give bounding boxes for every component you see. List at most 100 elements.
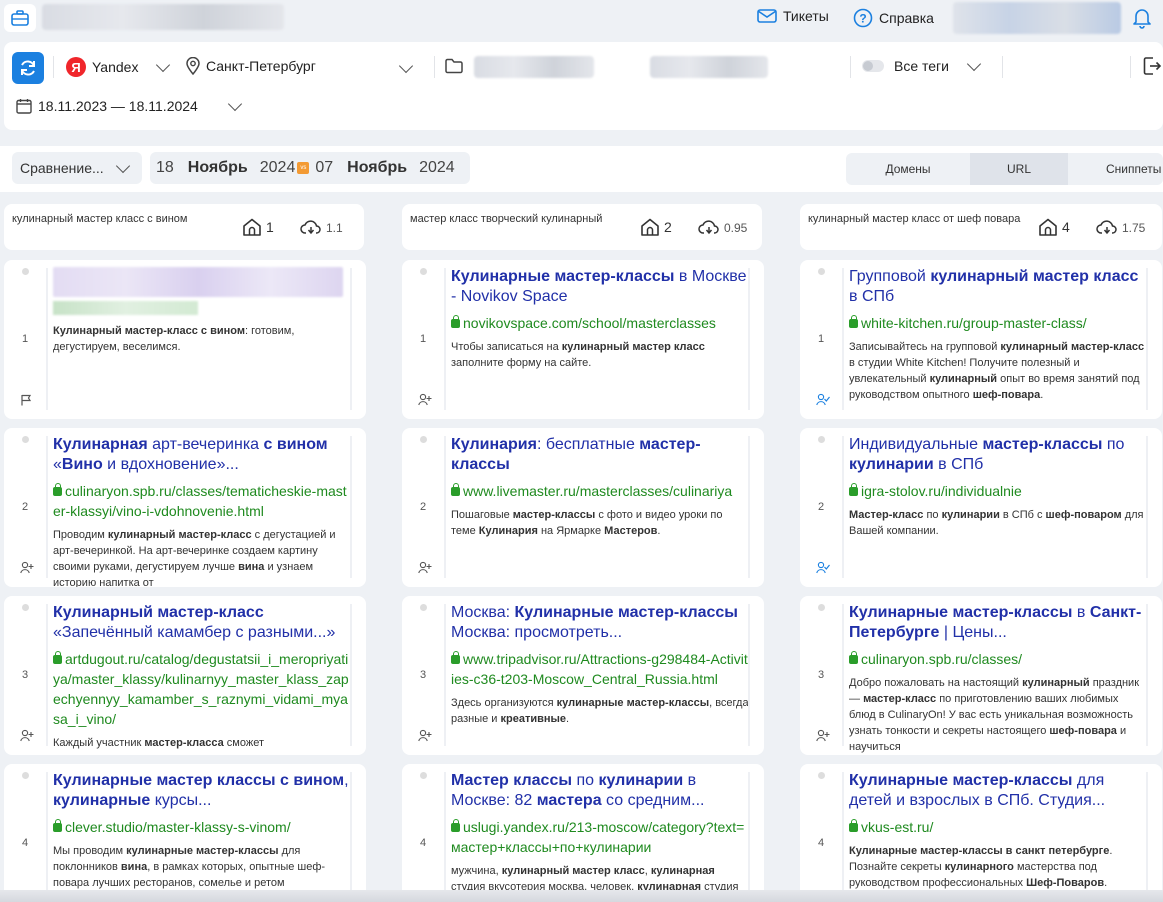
result-title-link[interactable]: Кулинарная арт-вечеринка с вином «Вино и… bbox=[53, 435, 351, 475]
tab-url[interactable]: URL bbox=[970, 153, 1068, 185]
user-check-icon[interactable] bbox=[816, 393, 830, 411]
engine-select[interactable]: Я Yandex bbox=[66, 57, 171, 77]
query-header[interactable]: мастер класс творческий кулинарный 2 0.95 bbox=[402, 204, 762, 250]
flag-icon[interactable] bbox=[20, 393, 32, 411]
region-label: Санкт-Петербург bbox=[206, 58, 316, 74]
result-card[interactable]: 4 Мастер классы по кулинарии в Москве: 82… bbox=[402, 764, 764, 902]
scroll-track[interactable] bbox=[350, 268, 352, 410]
result-title-redacted[interactable] bbox=[53, 267, 343, 297]
result-url[interactable]: culinaryon.spb.ru/classes/ bbox=[849, 649, 1147, 669]
add-user-icon[interactable] bbox=[418, 729, 432, 747]
divider bbox=[444, 268, 446, 410]
divider bbox=[842, 436, 844, 578]
add-user-icon[interactable] bbox=[20, 561, 34, 579]
result-title-link[interactable]: Кулинарные мастер-классы для детей и взр… bbox=[849, 771, 1147, 811]
result-title-link[interactable]: Кулинарные мастер классы с вином, кулина… bbox=[53, 771, 351, 811]
result-title-link[interactable]: Мастер классы по кулинарии в Москве: 82 … bbox=[451, 771, 749, 811]
add-user-icon[interactable] bbox=[418, 393, 432, 411]
refresh-button[interactable] bbox=[12, 52, 44, 84]
result-url-redacted[interactable] bbox=[53, 301, 198, 315]
result-card[interactable]: 1 Кулинарные мастер-классы в Москве - Nov… bbox=[402, 260, 764, 419]
yandex-logo-icon: Я bbox=[66, 57, 86, 77]
scroll-track[interactable] bbox=[350, 604, 352, 746]
result-url-text: vkus-est.ru/ bbox=[861, 819, 934, 835]
result-url[interactable]: novikovspace.com/school/masterclasses bbox=[451, 313, 749, 333]
result-title-link[interactable]: Кулинарные мастер-классы в Москве - Novi… bbox=[451, 267, 749, 307]
result-card[interactable]: 2 Индивидуальные мастер-классы по кулинар… bbox=[800, 428, 1162, 587]
result-title-link[interactable]: Москва: Кулинарные мастер-классы Москва:… bbox=[451, 603, 749, 643]
result-title-link[interactable]: Кулинария: бесплатные мастер-классы bbox=[451, 435, 749, 475]
result-url[interactable]: igra-stolov.ru/individualnie bbox=[849, 481, 1147, 501]
folder-icon[interactable] bbox=[445, 58, 463, 74]
result-snippet: Записывайтесь на групповой кулинарный ма… bbox=[849, 341, 1145, 401]
query-count-value: 2 bbox=[664, 219, 672, 235]
query-frequency: 1.75 bbox=[1096, 220, 1145, 236]
scroll-track[interactable] bbox=[748, 268, 750, 410]
scroll-track[interactable] bbox=[1146, 604, 1148, 746]
result-card[interactable]: 1 Кулинарный мастер-класс с вином: готови… bbox=[4, 260, 366, 419]
status-dot bbox=[420, 604, 427, 611]
result-card[interactable]: 2 Кулинарная арт-вечеринка с вином «Вино … bbox=[4, 428, 366, 587]
tickets-button[interactable]: Тикеты bbox=[757, 8, 829, 24]
lock-icon bbox=[849, 315, 858, 328]
result-title-link[interactable]: Кулинарный мастер-класс «Запечённый кама… bbox=[53, 603, 351, 643]
add-user-icon[interactable] bbox=[418, 561, 432, 579]
add-user-icon[interactable] bbox=[816, 729, 830, 747]
project-name-redacted[interactable] bbox=[42, 4, 284, 30]
tab-domains[interactable]: Домены bbox=[846, 153, 970, 185]
result-card[interactable]: 4 Кулинарные мастер классы с вином, кулин… bbox=[4, 764, 366, 902]
tab-snippets[interactable]: Сниппеты bbox=[1068, 153, 1163, 185]
region-chevron-down-icon[interactable] bbox=[398, 58, 414, 74]
top-bar: Тикеты ? Справка bbox=[0, 0, 1163, 36]
export-icon[interactable] bbox=[1142, 56, 1162, 76]
query-header[interactable]: кулинарный мастер класс от шеф повара 4 1.… bbox=[800, 204, 1162, 250]
result-title-link[interactable]: Групповой кулинарный мастер класс в СПб bbox=[849, 267, 1147, 307]
result-url[interactable]: clever.studio/master-klassy-s-vinom/ bbox=[53, 817, 351, 837]
user-check-icon[interactable] bbox=[816, 561, 830, 579]
scroll-track[interactable] bbox=[1146, 436, 1148, 578]
scroll-track[interactable] bbox=[748, 436, 750, 578]
status-dot bbox=[22, 604, 29, 611]
add-user-icon[interactable] bbox=[20, 729, 34, 747]
result-title-link[interactable]: Кулинарные мастер-классы в Санкт-Петербу… bbox=[849, 603, 1147, 643]
result-url[interactable]: www.livemaster.ru/masterclasses/culinari… bbox=[451, 481, 749, 501]
help-button[interactable]: ? Справка bbox=[853, 8, 934, 28]
filter-panel: Я Yandex Санкт-Петербург Все теги 18.11.… bbox=[4, 42, 1163, 130]
result-url[interactable]: vkus-est.ru/ bbox=[849, 817, 1147, 837]
query-result-count: 1 bbox=[242, 218, 274, 236]
divider bbox=[444, 436, 446, 578]
compare-dates[interactable]: 18 Ноябрь 2024 vs 07 Ноябрь 2024 bbox=[150, 152, 470, 184]
lock-icon bbox=[53, 651, 62, 664]
result-card[interactable]: 3 Кулинарные мастер-классы в Санкт-Петерб… bbox=[800, 596, 1162, 755]
region-select[interactable]: Санкт-Петербург bbox=[186, 57, 316, 75]
scroll-track[interactable] bbox=[1146, 772, 1148, 902]
result-card[interactable]: 3 Кулинарный мастер-класс «Запечённый кам… bbox=[4, 596, 366, 755]
user-account-redacted[interactable] bbox=[953, 2, 1121, 34]
tags-select[interactable]: Все теги bbox=[862, 56, 982, 74]
result-url[interactable]: white-kitchen.ru/group-master-class/ bbox=[849, 313, 1147, 333]
scroll-track[interactable] bbox=[350, 436, 352, 578]
date-range-select[interactable]: 18.11.2023 — 18.11.2024 bbox=[16, 96, 242, 114]
query-header[interactable]: кулинарный мастер класс с вином 1 1.1 bbox=[4, 204, 364, 250]
result-url[interactable]: artdugout.ru/catalog/degustatsii_i_merop… bbox=[53, 649, 351, 729]
divider bbox=[46, 604, 48, 746]
result-card[interactable]: 2 Кулинария: бесплатные мастер-классы www.… bbox=[402, 428, 764, 587]
horizontal-scrollbar[interactable] bbox=[0, 890, 1163, 902]
scroll-track[interactable] bbox=[748, 772, 750, 902]
result-title-link[interactable]: Индивидуальные мастер-классы по кулинари… bbox=[849, 435, 1147, 475]
briefcase-icon[interactable] bbox=[4, 4, 36, 32]
scroll-track[interactable] bbox=[748, 604, 750, 746]
cloud-download-icon bbox=[1096, 220, 1117, 235]
project-folder-redacted[interactable] bbox=[474, 56, 594, 78]
result-url[interactable]: www.tripadvisor.ru/Attractions-g298484-A… bbox=[451, 649, 749, 689]
scroll-track[interactable] bbox=[1146, 268, 1148, 410]
bell-icon[interactable] bbox=[1130, 6, 1154, 30]
result-url[interactable]: culinaryon.spb.ru/classes/tematicheskie-… bbox=[53, 481, 351, 521]
result-url[interactable]: uslugi.yandex.ru/213-moscow/category?tex… bbox=[451, 817, 749, 857]
result-card[interactable]: 3 Москва: Кулинарные мастер-классы Москва… bbox=[402, 596, 764, 755]
compare-mode-select[interactable]: Сравнение... bbox=[12, 152, 142, 184]
result-card[interactable]: 4 Кулинарные мастер-классы для детей и вз… bbox=[800, 764, 1162, 902]
toggle-icon[interactable] bbox=[862, 60, 884, 72]
scroll-track[interactable] bbox=[350, 772, 352, 902]
result-card[interactable]: 1 Групповой кулинарный мастер класс в СПб… bbox=[800, 260, 1162, 419]
